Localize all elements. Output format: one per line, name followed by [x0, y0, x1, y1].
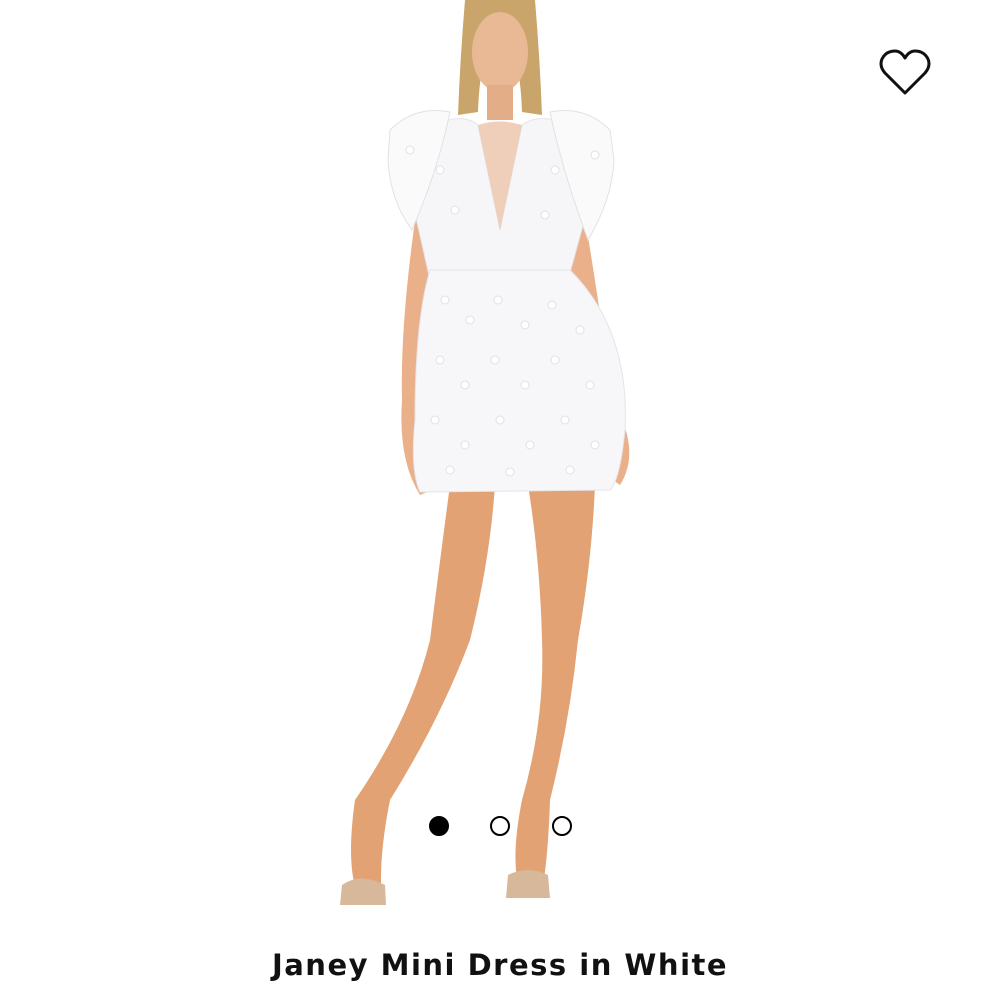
heart-outline-icon — [879, 49, 931, 95]
wishlist-button[interactable] — [878, 48, 932, 98]
product-image[interactable] — [330, 0, 670, 920]
carousel-dot-1[interactable] — [429, 816, 449, 836]
carousel-dot-3[interactable] — [552, 816, 572, 836]
product-title: Janey Mini Dress in White — [271, 948, 729, 982]
model-photo-illustration — [340, 0, 630, 905]
carousel-dot-2[interactable] — [490, 816, 510, 836]
product-page: Janey Mini Dress in White — [0, 0, 1000, 1000]
carousel-pagination — [427, 816, 577, 838]
